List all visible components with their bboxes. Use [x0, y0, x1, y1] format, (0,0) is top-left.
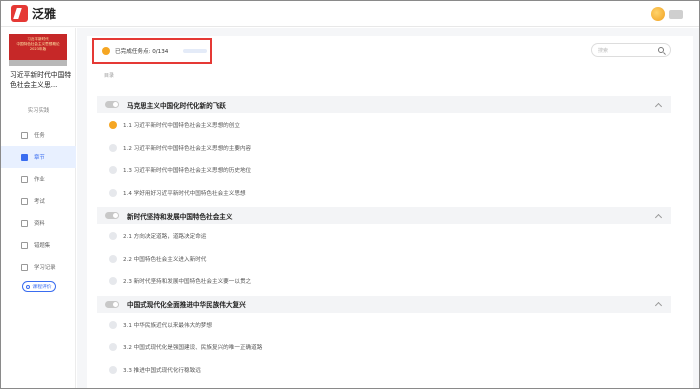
- course-evaluation-button[interactable]: 课程评价: [22, 281, 56, 292]
- section-title: 2.3 新时代坚持和发展中国特色社会主义要一以贯之: [123, 279, 252, 285]
- course-evaluation-label: 课程评价: [32, 285, 52, 290]
- current-task-icon: [109, 121, 117, 129]
- sidebar-nav: 任务章节作业考试资料错题集学习记录: [1, 124, 76, 278]
- chevron-up-icon[interactable]: [654, 102, 663, 110]
- top-bar: 泛雅: [1, 1, 699, 27]
- section-item[interactable]: 1.2 习近平新时代中国特色社会主义思想的主要内容: [109, 137, 669, 159]
- toggle-icon[interactable]: [105, 212, 119, 219]
- sidebar-item-record[interactable]: 学习记录: [1, 256, 76, 278]
- lock-icon: [109, 277, 117, 285]
- sidebar-item-label: 学习记录: [34, 265, 56, 271]
- lock-icon: [109, 143, 117, 152]
- sidebar-item-label: 任务: [34, 133, 45, 139]
- sidebar-item-exam[interactable]: 考试: [1, 190, 76, 212]
- user-name-placeholder: [669, 9, 683, 19]
- mistakes-icon: [21, 241, 28, 249]
- sidebar-item-label: 章节: [34, 155, 45, 161]
- materials-icon: [21, 219, 28, 227]
- task-progress: 已完成任务点: 0/134: [92, 38, 212, 64]
- section-title: 3.1 中华民族近代以来最伟大的梦想: [123, 322, 212, 329]
- chapter-header[interactable]: 马克思主义中国化时代化新的飞跃: [97, 96, 671, 113]
- toggle-icon[interactable]: [105, 101, 119, 108]
- section-title: 1.4 学好用好习近平新时代中国特色社会主义思想: [123, 190, 246, 197]
- chevron-up-icon[interactable]: [654, 301, 663, 310]
- lock-icon: [109, 254, 117, 263]
- record-icon: [21, 263, 28, 271]
- section-item[interactable]: 1.4 学好用好习近平新时代中国特色社会主义思想: [109, 182, 669, 204]
- brand-logo[interactable]: 泛雅: [11, 5, 56, 22]
- brand-logo-icon: [11, 5, 28, 22]
- sidebar-item-homework[interactable]: 作业: [1, 168, 76, 190]
- homework-icon: [21, 175, 28, 183]
- section-item[interactable]: 3.1 中华民族近代以来最伟大的梦想: [109, 314, 669, 336]
- sidebar-item-label: 资料: [34, 221, 45, 227]
- chapter-title: 马克思主义中国化时代化新的飞跃: [127, 101, 226, 110]
- sidebar-item-task[interactable]: 任务: [1, 124, 76, 146]
- search-icon[interactable]: [658, 47, 664, 53]
- chevron-up-icon[interactable]: [654, 213, 663, 221]
- toggle-icon[interactable]: [105, 300, 119, 308]
- exam-icon: [21, 197, 28, 205]
- section-item[interactable]: 2.3 新时代坚持和发展中国特色社会主义要一以贯之: [109, 270, 669, 292]
- search-placeholder: 搜索: [598, 47, 609, 54]
- course-title: 习近平新时代中国特色社会主义思...: [10, 71, 72, 89]
- chapter-header[interactable]: 中国式现代化全面推进中华民族伟大复兴: [97, 295, 671, 313]
- lock-icon: [109, 166, 117, 174]
- lock-icon: [109, 232, 117, 240]
- sidebar-item-label: 错题集: [34, 243, 51, 249]
- chapter-title: 中国式现代化全面推进中华民族伟大复兴: [127, 301, 246, 309]
- lock-icon: [109, 188, 117, 197]
- sidebar-item-label: 考试: [34, 199, 45, 205]
- section-title: 1.2 习近平新时代中国特色社会主义思想的主要内容: [123, 145, 252, 152]
- sidebar-item-label: 作业: [34, 177, 45, 183]
- book-cover[interactable]: 习近平新时代 中国特色社会主义思想概论 2023年版: [9, 34, 67, 66]
- app-window: 泛雅 习近平新时代 中国特色社会主义思想概论 2023年版 习近平新时代中国特色…: [0, 0, 700, 389]
- section-title: 3.3 推进中国式现代化行稳致远: [123, 367, 201, 374]
- section-title: 2.1 方向决定道路，道路决定命运: [123, 234, 207, 240]
- evaluation-icon: [26, 284, 31, 289]
- section-title: 1.1 习近平新时代中国特色社会主义思想的创立: [123, 123, 240, 129]
- section-item[interactable]: 3.3 推进中国式现代化行稳致远: [109, 359, 669, 381]
- nav-header: 实习实践: [27, 108, 50, 114]
- chapter-header[interactable]: 新时代坚持和发展中国特色社会主义: [97, 207, 671, 224]
- left-sidebar: 习近平新时代 中国特色社会主义思想概论 2023年版 习近平新时代中国特色社会主…: [1, 28, 76, 388]
- sidebar-item-mistakes[interactable]: 错题集: [1, 234, 76, 256]
- task-icon: [21, 131, 28, 139]
- lock-icon: [109, 343, 117, 351]
- main-area: 已完成任务点: 0/134 搜索 目录 马克思主义中国化时代化新的飞跃 1.1 习…: [77, 28, 699, 388]
- section-item[interactable]: 1.1 习近平新时代中国特色社会主义思想的创立: [109, 114, 669, 136]
- progress-dot-icon: [102, 47, 110, 55]
- section-item[interactable]: 2.2 中国特色社会主义进入新时代: [109, 248, 669, 270]
- toc-label: 目录: [104, 73, 115, 79]
- lock-icon: [109, 365, 117, 374]
- brand-name: 泛雅: [32, 7, 57, 21]
- chapter-icon: [21, 153, 28, 161]
- chapter-card: 已完成任务点: 0/134 搜索 目录 马克思主义中国化时代化新的飞跃 1.1 习…: [87, 36, 693, 388]
- sidebar-item-chapter[interactable]: 章节: [1, 146, 76, 168]
- sidebar-item-materials[interactable]: 资料: [1, 212, 76, 234]
- lock-icon: [109, 320, 117, 329]
- section-title: 2.2 中国特色社会主义进入新时代: [123, 256, 207, 263]
- cover-line: 2023年版: [29, 47, 47, 51]
- user-menu[interactable]: [651, 7, 683, 21]
- section-item[interactable]: 3.2 中国式现代化是强国建设、民族复兴的唯一正确道路: [109, 336, 669, 358]
- section-item[interactable]: 1.3 习近平新时代中国特色社会主义思想的历史地位: [109, 159, 669, 181]
- progress-text: 已完成任务点: 0/134: [115, 49, 169, 55]
- progress-bar: [183, 49, 208, 53]
- search-box[interactable]: 搜索: [591, 43, 671, 57]
- chapter-title: 新时代坚持和发展中国特色社会主义: [127, 212, 233, 221]
- section-title: 3.2 中国式现代化是强国建设、民族复兴的唯一正确道路: [123, 345, 263, 351]
- avatar[interactable]: [651, 7, 665, 21]
- section-title: 1.3 习近平新时代中国特色社会主义思想的历史地位: [123, 168, 252, 174]
- cover-strip: [9, 60, 67, 66]
- section-item[interactable]: 2.1 方向决定道路，道路决定命运: [109, 225, 669, 247]
